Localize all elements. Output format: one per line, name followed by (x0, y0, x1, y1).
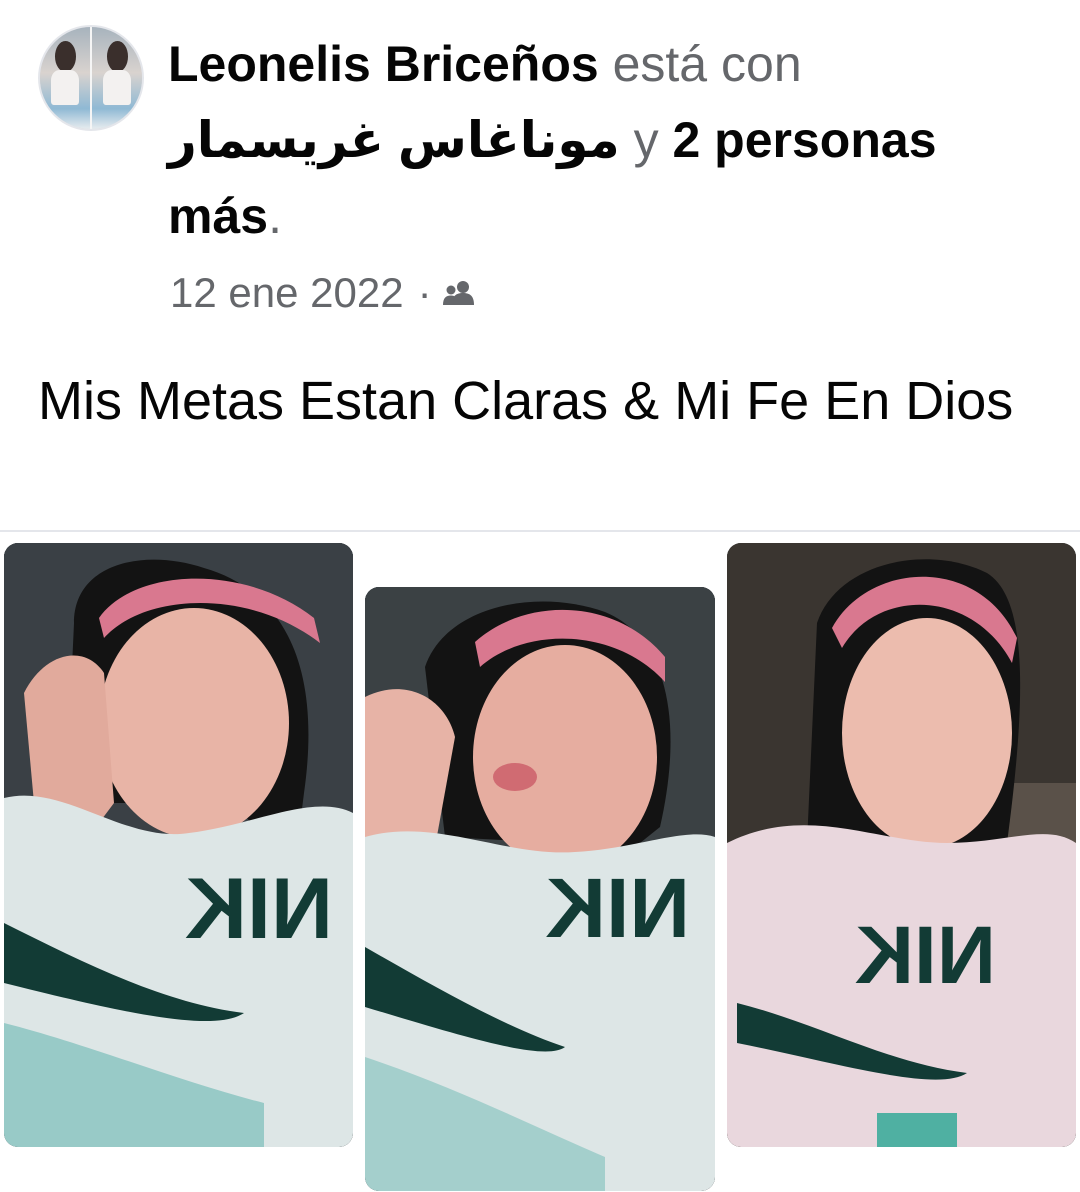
post-photo-2[interactable]: NIK (365, 587, 715, 1191)
facebook-post: Leonelis Briceños está con موناغاس غريسم… (0, 0, 1080, 1192)
headline-period: . (268, 188, 282, 244)
avatar-photo-tile (92, 27, 142, 129)
selfie-image: NIK (4, 543, 353, 1147)
shirt-logo-text: NIK (545, 861, 690, 955)
avatar-photo-tile (40, 27, 92, 129)
meta-separator: · (417, 269, 432, 316)
selfie-image: NIK (365, 587, 715, 1191)
post-meta: 12 ene 2022 · (170, 266, 476, 320)
post-caption: Mis Metas Estan Claras & Mi Fe En Dios (38, 371, 1014, 431)
tagged-person-name[interactable]: موناغاس غريسمار (168, 112, 620, 168)
selfie-image: NIK (727, 543, 1076, 1147)
post-photo-3[interactable]: NIK (727, 543, 1076, 1147)
shirt-logo-text: NIK (855, 910, 996, 1001)
and-text: y (633, 112, 659, 168)
post-photo-1[interactable]: NIK (4, 543, 353, 1147)
with-text: está con (612, 36, 802, 92)
shirt-logo-text: NIK (185, 861, 333, 957)
author-avatar[interactable] (38, 25, 144, 131)
author-name[interactable]: Leonelis Briceños (168, 36, 599, 92)
content-divider (0, 530, 1080, 532)
post-date[interactable]: 12 ene 2022 (170, 266, 404, 320)
friends-icon[interactable] (442, 280, 476, 306)
post-headline: Leonelis Briceños está con موناغاس غريسم… (168, 26, 968, 254)
